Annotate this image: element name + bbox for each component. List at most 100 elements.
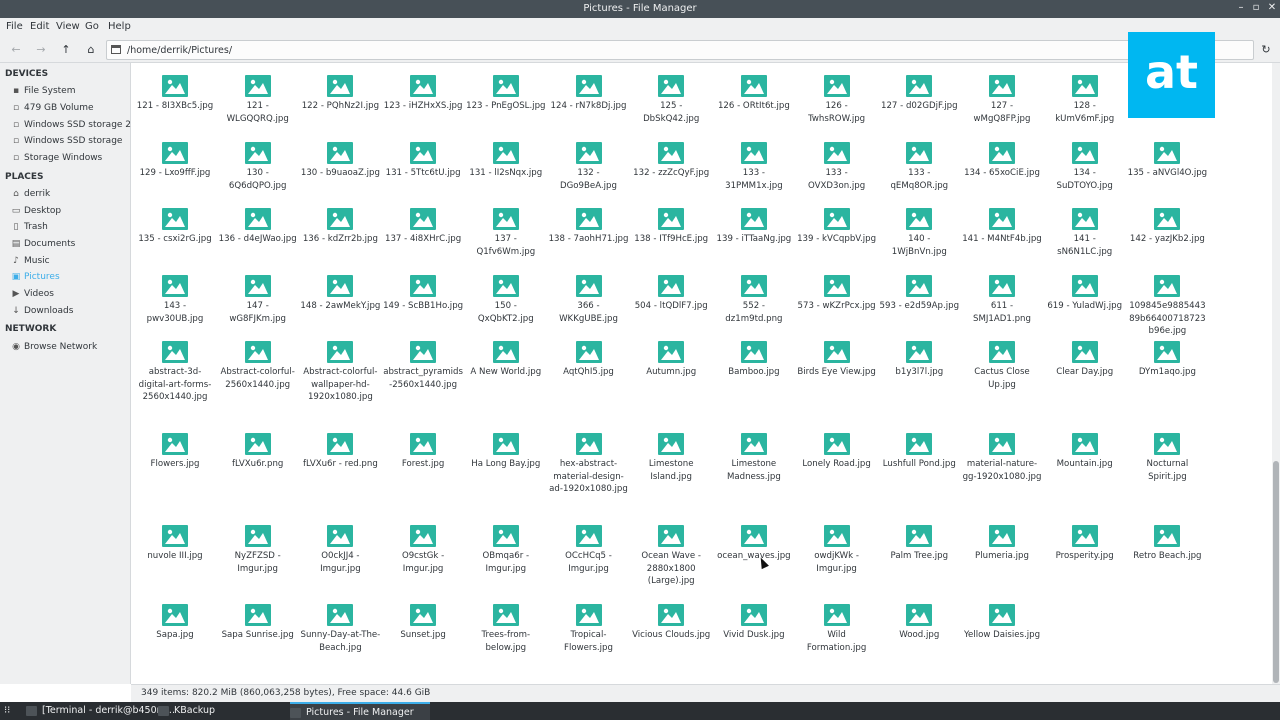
file-item[interactable]: Mountain.jpg: [1045, 433, 1125, 471]
file-item[interactable]: b1y3l7l.jpg: [879, 341, 959, 379]
file-item[interactable]: O0ckJJ4 - Imgur.jpg: [300, 525, 380, 575]
file-item[interactable]: Clear Day.jpg: [1045, 341, 1125, 379]
file-item[interactable]: A New World.jpg: [466, 341, 546, 379]
file-item[interactable]: Sunny-Day-at-The-Beach.jpg: [300, 604, 380, 654]
file-item[interactable]: 133 - 31PMM1x.jpg: [714, 142, 794, 192]
file-item[interactable]: Palm Tree.jpg: [879, 525, 959, 563]
file-item[interactable]: 130 - 6Q6dQPO.jpg: [218, 142, 298, 192]
file-item[interactable]: 139 - kVCqpbV.jpg: [797, 208, 877, 246]
file-item[interactable]: 138 - 7aohH71.jpg: [549, 208, 629, 246]
file-item[interactable]: Cactus Close Up.jpg: [962, 341, 1042, 391]
file-item[interactable]: 122 - PQhNz2I.jpg: [300, 75, 380, 113]
file-item[interactable]: AqtQhI5.jpg: [549, 341, 629, 379]
scrollbar-thumb[interactable]: [1273, 461, 1279, 683]
file-item[interactable]: 126 - ORtIt6t.jpg: [714, 75, 794, 113]
file-item[interactable]: abstract_pyramids-2560x1440.jpg: [383, 341, 463, 391]
file-item[interactable]: 134 - 65xoCiE.jpg: [962, 142, 1042, 180]
file-item[interactable]: 141 - sN6N1LC.jpg: [1045, 208, 1125, 258]
file-item[interactable]: Abstract-colorful-wallpaper-hd-1920x1080…: [300, 341, 380, 404]
file-item[interactable]: 109845e988544389b66400718723b96e.jpg: [1127, 275, 1207, 338]
task-terminal[interactable]: [Terminal - derrik@b450m...: [26, 702, 175, 720]
close-icon[interactable]: ✕: [1265, 2, 1279, 13]
file-item[interactable]: 121 - WLGQQRQ.jpg: [218, 75, 298, 125]
scrollbar[interactable]: [1272, 63, 1280, 684]
file-item[interactable]: 123 - iHZHxXS.jpg: [383, 75, 463, 113]
menu-file[interactable]: File: [6, 21, 23, 32]
file-item[interactable]: Abstract-colorful-2560x1440.jpg: [218, 341, 298, 391]
sidebar-item-derrik[interactable]: ⌂ derrik: [11, 188, 129, 202]
file-item[interactable]: Sunset.jpg: [383, 604, 463, 642]
file-item[interactable]: 132 - zzZcQyF.jpg: [631, 142, 711, 180]
file-item[interactable]: 126 - TwhsROW.jpg: [797, 75, 877, 125]
file-item[interactable]: Tropical-Flowers.jpg: [549, 604, 629, 654]
file-item[interactable]: 619 - YuladWj.jpg: [1045, 275, 1125, 313]
file-item[interactable]: 136 - kdZrr2b.jpg: [300, 208, 380, 246]
reload-icon[interactable]: ↻: [1258, 42, 1274, 58]
file-item[interactable]: OCcHCq5 - Imgur.jpg: [549, 525, 629, 575]
file-item[interactable]: Sapa.jpg: [135, 604, 215, 642]
file-item[interactable]: 140 - 1WjBnVn.jpg: [879, 208, 959, 258]
file-item[interactable]: Plumeria.jpg: [962, 525, 1042, 563]
sidebar-item-videos[interactable]: ▶ Videos: [11, 288, 129, 302]
file-item[interactable]: Ocean Wave - 2880x1800 (Large).jpg: [631, 525, 711, 588]
file-item[interactable]: material-nature-gg-1920x1080.jpg: [962, 433, 1042, 483]
file-item[interactable]: Wild Formation.jpg: [797, 604, 877, 654]
file-item[interactable]: 552 - dz1m9td.png: [714, 275, 794, 325]
file-item[interactable]: 611 - SMJ1AD1.png: [962, 275, 1042, 325]
file-item[interactable]: Sapa Sunrise.jpg: [218, 604, 298, 642]
file-item[interactable]: 132 - DGo9BeA.jpg: [549, 142, 629, 192]
file-item[interactable]: ocean_waves.jpg: [714, 525, 794, 563]
sidebar-item-storage-windows[interactable]: ▫ Storage Windows: [11, 152, 129, 166]
file-item[interactable]: 150 - QxQbKT2.jpg: [466, 275, 546, 325]
file-item[interactable]: Lonely Road.jpg: [797, 433, 877, 471]
file-item[interactable]: 135 - csxi2rG.jpg: [135, 208, 215, 246]
sidebar-item-windows-ssd[interactable]: ▫ Windows SSD storage: [11, 135, 129, 149]
file-item[interactable]: Ha Long Bay.jpg: [466, 433, 546, 471]
file-item[interactable]: 129 - Lxo9ffF.jpg: [135, 142, 215, 180]
file-item[interactable]: 141 - M4NtF4b.jpg: [962, 208, 1042, 246]
file-item[interactable]: 128 - kUmV6mF.jpg: [1045, 75, 1125, 125]
file-item[interactable]: 131 - lI2sNqx.jpg: [466, 142, 546, 180]
minimize-icon[interactable]: –: [1234, 2, 1248, 13]
file-item[interactable]: Limestone Madness.jpg: [714, 433, 794, 483]
location-bar[interactable]: /home/derrik/Pictures/: [106, 40, 1254, 60]
file-item[interactable]: owdjKWk - Imgur.jpg: [797, 525, 877, 575]
file-item[interactable]: 142 - yazJKb2.jpg: [1127, 208, 1207, 246]
back-arrow-icon[interactable]: ←: [8, 42, 24, 58]
file-item[interactable]: Limestone Island.jpg: [631, 433, 711, 483]
file-item[interactable]: 131 - 5Ttc6tU.jpg: [383, 142, 463, 180]
app-menu-icon[interactable]: ⁝⁝: [4, 705, 10, 716]
file-item[interactable]: abstract-3d-digital-art-forms-2560x1440.…: [135, 341, 215, 404]
file-item[interactable]: OBmqa6r - Imgur.jpg: [466, 525, 546, 575]
sidebar-item-desktop[interactable]: ▭ Desktop: [11, 205, 129, 219]
sidebar-item-documents[interactable]: ▤ Documents: [11, 238, 129, 252]
sidebar-item-downloads[interactable]: ↓ Downloads: [11, 305, 129, 319]
sidebar-item-file-system[interactable]: ▪ File System: [11, 85, 129, 99]
file-item[interactable]: Wood.jpg: [879, 604, 959, 642]
file-item[interactable]: 123 - PnEgOSL.jpg: [466, 75, 546, 113]
file-item[interactable]: 148 - 2awMekY.jpg: [300, 275, 380, 313]
file-item[interactable]: NyZFZSD - Imgur.jpg: [218, 525, 298, 575]
file-item[interactable]: Vicious Clouds.jpg: [631, 604, 711, 642]
file-item[interactable]: 121 - 8I3XBc5.jpg: [135, 75, 215, 113]
file-item[interactable]: Retro Beach.jpg: [1127, 525, 1207, 563]
forward-arrow-icon[interactable]: →: [33, 42, 49, 58]
file-item[interactable]: 143 - pwv30UB.jpg: [135, 275, 215, 325]
up-arrow-icon[interactable]: ↑: [58, 42, 74, 58]
file-item[interactable]: Bamboo.jpg: [714, 341, 794, 379]
file-item[interactable]: Forest.jpg: [383, 433, 463, 471]
file-item[interactable]: DYm1aqo.jpg: [1127, 341, 1207, 379]
sidebar-item-windows-ssd-2[interactable]: ▫ Windows SSD storage 2: [11, 119, 131, 133]
file-item[interactable]: 127 - wMgQ8FP.jpg: [962, 75, 1042, 125]
sidebar-item-pictures[interactable]: ▣ Pictures: [11, 271, 129, 285]
file-item[interactable]: Autumn.jpg: [631, 341, 711, 379]
file-item[interactable]: hex-abstract-material-design-ad-1920x108…: [549, 433, 629, 496]
file-item[interactable]: 504 - ltQDlF7.jpg: [631, 275, 711, 313]
file-item[interactable]: 149 - ScBB1Ho.jpg: [383, 275, 463, 313]
file-item[interactable]: 127 - d02GDjF.jpg: [879, 75, 959, 113]
file-item[interactable]: Nocturnal Spirit.jpg: [1127, 433, 1207, 483]
file-item[interactable]: Trees-from-below.jpg: [466, 604, 546, 654]
file-item[interactable]: Flowers.jpg: [135, 433, 215, 471]
file-item[interactable]: 135 - aNVGl4O.jpg: [1127, 142, 1207, 180]
file-item[interactable]: 147 - wG8FJKm.jpg: [218, 275, 298, 325]
